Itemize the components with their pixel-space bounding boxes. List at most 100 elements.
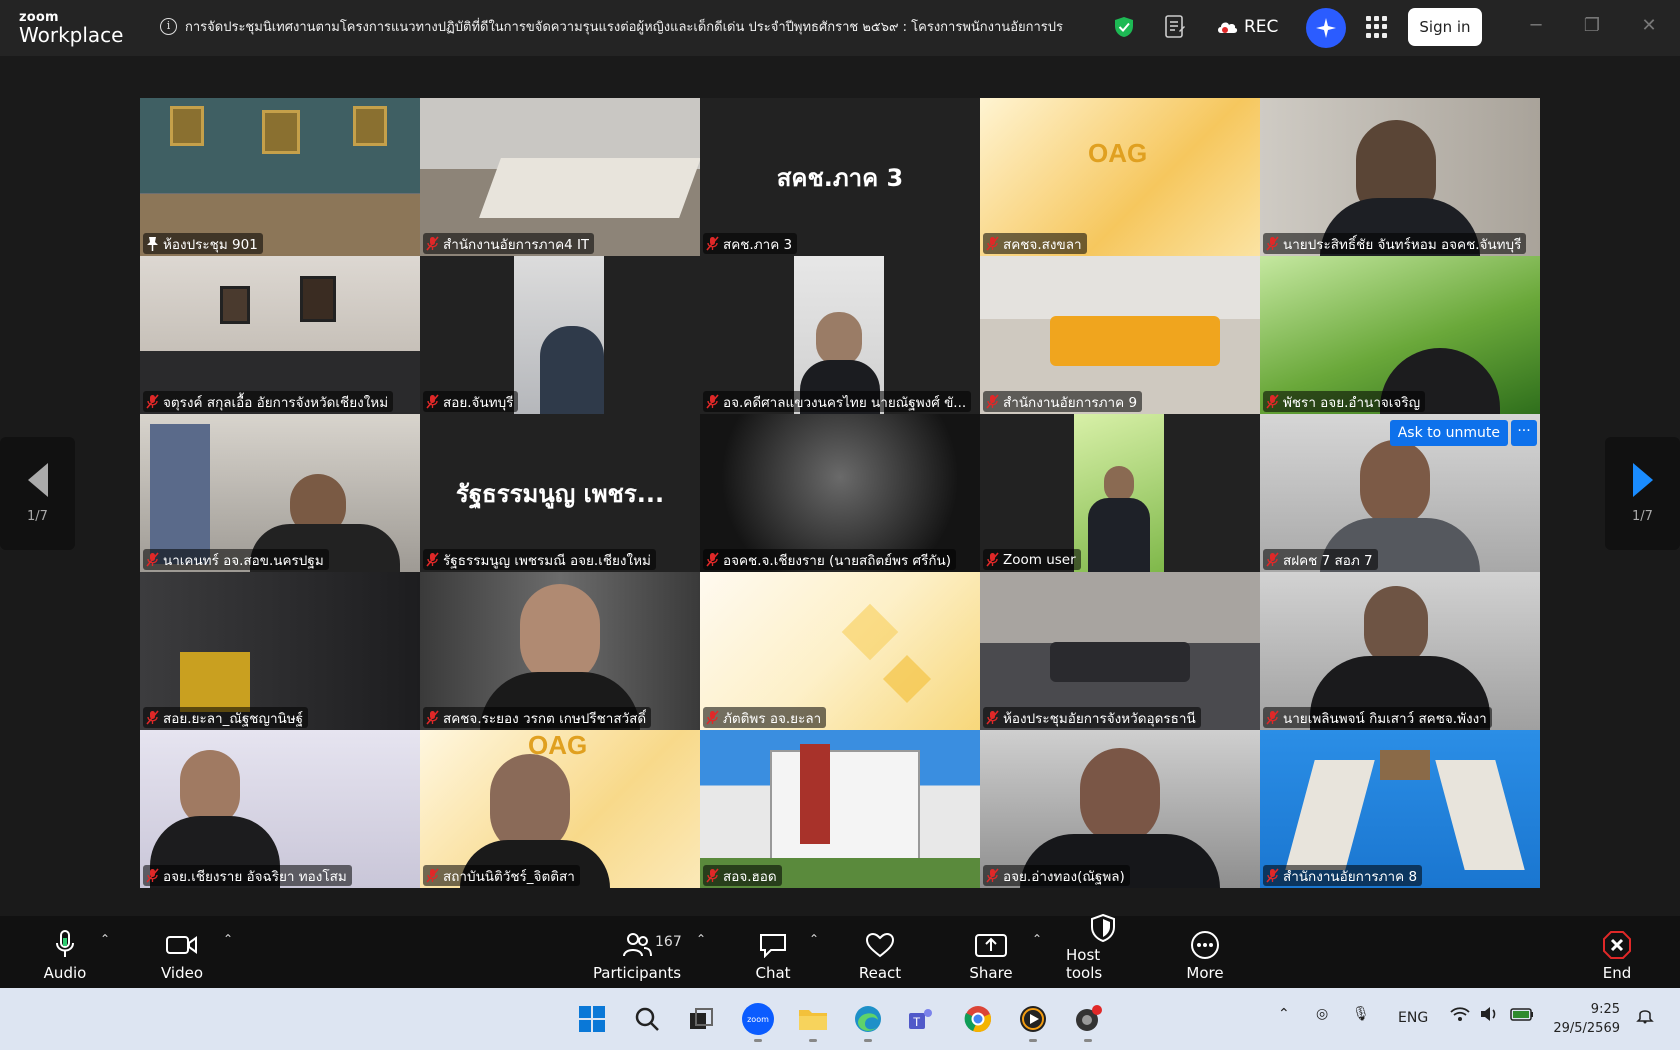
- host-tools-label: Host tools: [1066, 946, 1103, 982]
- participant-name-bar: สคชจ.ระยอง วรกต เกษปรีชาสวัสดิ์: [423, 707, 652, 728]
- notes-icon[interactable]: [1164, 14, 1186, 40]
- tile-more-options-button[interactable]: ···: [1511, 420, 1537, 446]
- participant-tile[interactable]: สอย.จันทบุรี: [420, 256, 700, 414]
- participant-tile[interactable]: จตุรงค์ สกุลเอื้อ อัยการจังหวัดเชียงใหม่: [140, 256, 420, 414]
- next-page-button[interactable]: 1/7: [1605, 437, 1680, 550]
- participant-tile[interactable]: ห้องประชุม 901: [140, 98, 420, 256]
- battery-icon[interactable]: [1510, 1006, 1534, 1026]
- media-player-icon[interactable]: [1016, 1002, 1050, 1042]
- meeting-topic-banner[interactable]: i การจัดประชุมนิเทศงานตามโครงการแนวทางปฏ…: [160, 14, 1070, 38]
- participant-tile[interactable]: สำนักงานอัยการภาค 8: [1260, 730, 1540, 888]
- end-meeting-button[interactable]: End: [1592, 922, 1642, 982]
- participant-tile[interactable]: นายประสิทธิ์ชัย จันทร์หอม อจคช.จันทบุรี: [1260, 98, 1540, 256]
- participant-tile[interactable]: Ask to unmute ··· สฝคช 7 สอภ 7: [1260, 414, 1540, 572]
- tray-app-icon[interactable]: ◎: [1316, 1006, 1328, 1022]
- microphone-tray-icon[interactable]: 🎙: [1352, 1006, 1370, 1022]
- wifi-icon[interactable]: [1450, 1006, 1470, 1026]
- previous-page-button[interactable]: 1/7: [0, 437, 75, 550]
- participant-name-bar: อจคช.จ.เชียงราย (นายสถิตย์พร ศรีกัน): [703, 549, 957, 570]
- participant-tile[interactable]: Zoom user: [980, 414, 1260, 572]
- participant-tile[interactable]: สำนักงานอัยการภาค4 IT: [420, 98, 700, 256]
- participant-avatar-name: สคช.ภาค 3: [776, 164, 904, 192]
- participant-name-bar: สำนักงานอัยการภาค 9: [983, 391, 1143, 412]
- participant-tile[interactable]: รัฐธรรมนูญ เพชร... รัฐธรรมนูญ เพชรมณี อจ…: [420, 414, 700, 572]
- teams-icon[interactable]: T: [904, 1002, 938, 1036]
- file-explorer-icon[interactable]: [796, 1002, 830, 1042]
- mic-muted-icon: [1266, 236, 1279, 251]
- video-camera-icon: [165, 930, 199, 960]
- participant-tile[interactable]: อจย.อ่างทอง(ณัฐพล): [980, 730, 1260, 888]
- heart-icon: [863, 930, 897, 960]
- edge-browser-icon[interactable]: [851, 1002, 885, 1042]
- zoom-taskbar-icon[interactable]: zoom: [741, 1002, 775, 1042]
- chat-button[interactable]: Chat: [753, 922, 793, 982]
- participant-tile[interactable]: อจคช.จ.เชียงราย (นายสถิตย์พร ศรีกัน): [700, 414, 980, 572]
- participant-tile[interactable]: อจย.เชียงราย อัจฉริยา ทองโสม: [140, 730, 420, 888]
- participant-tile[interactable]: ภัตติพร อจ.ยะลา: [700, 572, 980, 730]
- cloud-icon: [1218, 22, 1238, 33]
- participant-tile[interactable]: สอจ.ฮอด: [700, 730, 980, 888]
- participant-name-bar: ภัตติพร อจ.ยะลา: [703, 707, 827, 728]
- ask-to-unmute-button[interactable]: Ask to unmute: [1389, 420, 1508, 446]
- security-shield-icon[interactable]: [1114, 16, 1134, 38]
- participant-tile[interactable]: OAG สคชจ.สงขลา: [980, 98, 1260, 256]
- video-options-chevron-icon[interactable]: ⌃: [221, 932, 235, 946]
- svg-text:T: T: [913, 1015, 921, 1029]
- volume-icon[interactable]: [1480, 1006, 1500, 1026]
- end-icon: [1600, 930, 1634, 960]
- chat-label: Chat: [755, 964, 791, 982]
- participant-tile[interactable]: พัชรา อจย.อำนาจเจริญ: [1260, 256, 1540, 414]
- participants-button[interactable]: Participants: [590, 922, 684, 982]
- restore-icon[interactable]: ❐: [1582, 16, 1602, 36]
- share-options-chevron-icon[interactable]: ⌃: [1030, 932, 1044, 946]
- participant-name-bar: รัฐธรรมนูญ เพชรมณี อจย.เชียงใหม่: [423, 549, 656, 570]
- participant-tile[interactable]: นายเพลินพจน์ กิมเสาว์ สคชจ.พังงา: [1260, 572, 1540, 730]
- search-icon[interactable]: [630, 1002, 664, 1036]
- windows-start-icon[interactable]: [575, 1002, 609, 1036]
- participant-name-bar: จตุรงค์ สกุลเอื้อ อัยการจังหวัดเชียงใหม่: [143, 391, 394, 412]
- participants-options-chevron-icon[interactable]: ⌃: [694, 932, 708, 946]
- video-button[interactable]: Video: [157, 922, 207, 982]
- participant-tile[interactable]: นาเคนทร์ อจ.สอข.นครปฐม: [140, 414, 420, 572]
- participant-tile[interactable]: อจ.คดีศาลแขวงนครไทย นายณัฐพงศ์ ขั...: [700, 256, 980, 414]
- participant-tile[interactable]: สคชจ.ระยอง วรกต เกษปรีชาสวัสดิ์: [420, 572, 700, 730]
- chrome-icon[interactable]: [961, 1002, 995, 1036]
- react-button[interactable]: React: [856, 922, 904, 982]
- chat-options-chevron-icon[interactable]: ⌃: [807, 932, 821, 946]
- show-hidden-icons-chevron-icon[interactable]: ⌃: [1278, 1006, 1290, 1022]
- more-label: More: [1186, 964, 1224, 982]
- share-button[interactable]: Share: [966, 922, 1016, 982]
- participant-name: นายเพลินพจน์ กิมเสาว์ สคชจ.พังงา: [1283, 710, 1487, 727]
- share-label: Share: [969, 964, 1013, 982]
- participant-tile[interactable]: สอย.ยะลา_ณัฐชญานิษฐ์: [140, 572, 420, 730]
- participant-name: สำนักงานอัยการภาค4 IT: [443, 236, 590, 253]
- recording-app-icon[interactable]: [1071, 1002, 1105, 1042]
- participant-name-bar: อจย.อ่างทอง(ณัฐพล): [983, 865, 1130, 886]
- sign-in-button[interactable]: Sign in: [1408, 8, 1482, 46]
- participant-tile[interactable]: ห้องประชุมอัยการจังหวัดอุดรธานี: [980, 572, 1260, 730]
- close-icon[interactable]: ✕: [1639, 16, 1659, 36]
- task-view-icon[interactable]: [684, 1002, 718, 1036]
- participant-name-bar: อจย.เชียงราย อัจฉริยา ทองโสม: [143, 865, 352, 886]
- minimize-icon[interactable]: ─: [1526, 16, 1546, 36]
- mic-muted-icon: [986, 236, 999, 251]
- participant-tile[interactable]: สำนักงานอัยการภาค 9: [980, 256, 1260, 414]
- participant-name-bar: สอจ.ฮอด: [703, 865, 782, 886]
- apps-grid-icon[interactable]: [1366, 16, 1388, 38]
- cloud-recording-indicator[interactable]: REC: [1216, 14, 1278, 40]
- more-button[interactable]: More: [1180, 922, 1230, 982]
- audio-button[interactable]: Audio: [40, 922, 90, 982]
- participant-tile[interactable]: OAG สถาบันนิติวัชร์_จิตติสา: [420, 730, 700, 888]
- taskbar-clock[interactable]: 9:25 29/5/2569: [1553, 1000, 1620, 1038]
- right-arrow-icon: [1632, 463, 1653, 497]
- host-tools-button[interactable]: Host tools: [1066, 914, 1140, 982]
- participant-name-bar: สคช.ภาค 3: [703, 233, 798, 254]
- participant-tile[interactable]: สคช.ภาค 3 สคช.ภาค 3: [700, 98, 980, 256]
- ai-companion-button[interactable]: [1306, 8, 1346, 48]
- input-language-indicator[interactable]: ENG: [1398, 1010, 1428, 1026]
- mic-muted-icon: [146, 710, 159, 725]
- audio-options-chevron-icon[interactable]: ⌃: [98, 932, 112, 946]
- notification-bell-icon[interactable]: [1636, 1006, 1654, 1028]
- mic-muted-icon: [426, 394, 439, 409]
- info-icon[interactable]: i: [160, 17, 177, 35]
